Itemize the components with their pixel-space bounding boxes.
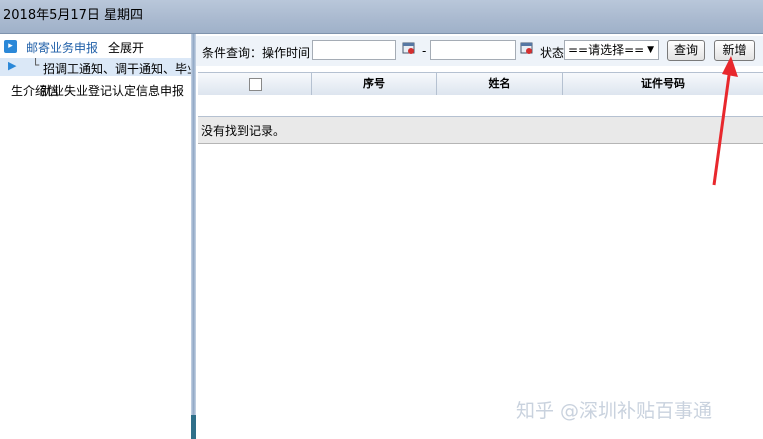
dropdown-arrow-icon: ▼ (647, 45, 654, 55)
current-date: 2018年5月17日 星期四 (3, 8, 144, 23)
tree-item-label[interactable]: 招调工通知、调干通知、毕业 (43, 60, 191, 76)
sidebar: ▸ 邮寄业务申报 全展开 ▶ └ 招调工通知、调干通知、毕业 生介绍信 就业失业… (0, 34, 191, 439)
table-row (198, 95, 763, 118)
expand-all-link[interactable]: 全展开 (108, 39, 144, 56)
select-all-column (198, 73, 312, 95)
grid-header: 序号 姓名 证件号码 (198, 72, 763, 96)
tree-node-icon: ▸ (4, 40, 17, 53)
calendar-icon[interactable] (520, 41, 534, 55)
query-condition-label: 条件查询：操作时间 (202, 46, 311, 60)
tree-item-employment-registration[interactable]: 就业失业登记认定信息申报 (40, 82, 184, 99)
tree-root-label[interactable]: 邮寄业务申报 (26, 39, 98, 56)
column-header-name[interactable]: 姓名 (437, 73, 563, 95)
pane-splitter[interactable] (191, 34, 196, 439)
empty-message-row: 没有找到记录。 (198, 117, 763, 144)
range-separator: - (422, 44, 427, 58)
tree-item-recruitment-notice[interactable]: ▶ └ 招调工通知、调干通知、毕业 (0, 58, 191, 76)
status-label: 状态 (540, 46, 565, 60)
tree-root-mail-declaration[interactable]: ▸ 邮寄业务申报 全展开 (0, 38, 191, 58)
start-time-input[interactable] (312, 40, 396, 60)
column-header-index[interactable]: 序号 (312, 73, 437, 95)
splitter-bottom-strip (191, 415, 196, 439)
end-time-input[interactable] (430, 40, 516, 60)
watermark-text: 知乎 @深圳补贴百事通 (516, 400, 713, 422)
status-selected-value: ==请选择== (568, 43, 645, 57)
top-header-bar: 2018年5月17日 星期四 (0, 0, 763, 34)
selected-arrow-icon: ▶ (8, 59, 17, 72)
select-all-checkbox[interactable] (249, 78, 262, 91)
no-records-text: 没有找到记录。 (201, 124, 286, 138)
query-toolbar: 条件查询：操作时间 - 状态 ==请选择== ▼ 查询 新增 (196, 36, 763, 66)
annotation-arrow (712, 56, 738, 186)
calendar-icon[interactable] (402, 41, 416, 55)
tree-connector-icon: └ (32, 58, 40, 72)
status-select[interactable]: ==请选择== ▼ (564, 40, 659, 60)
